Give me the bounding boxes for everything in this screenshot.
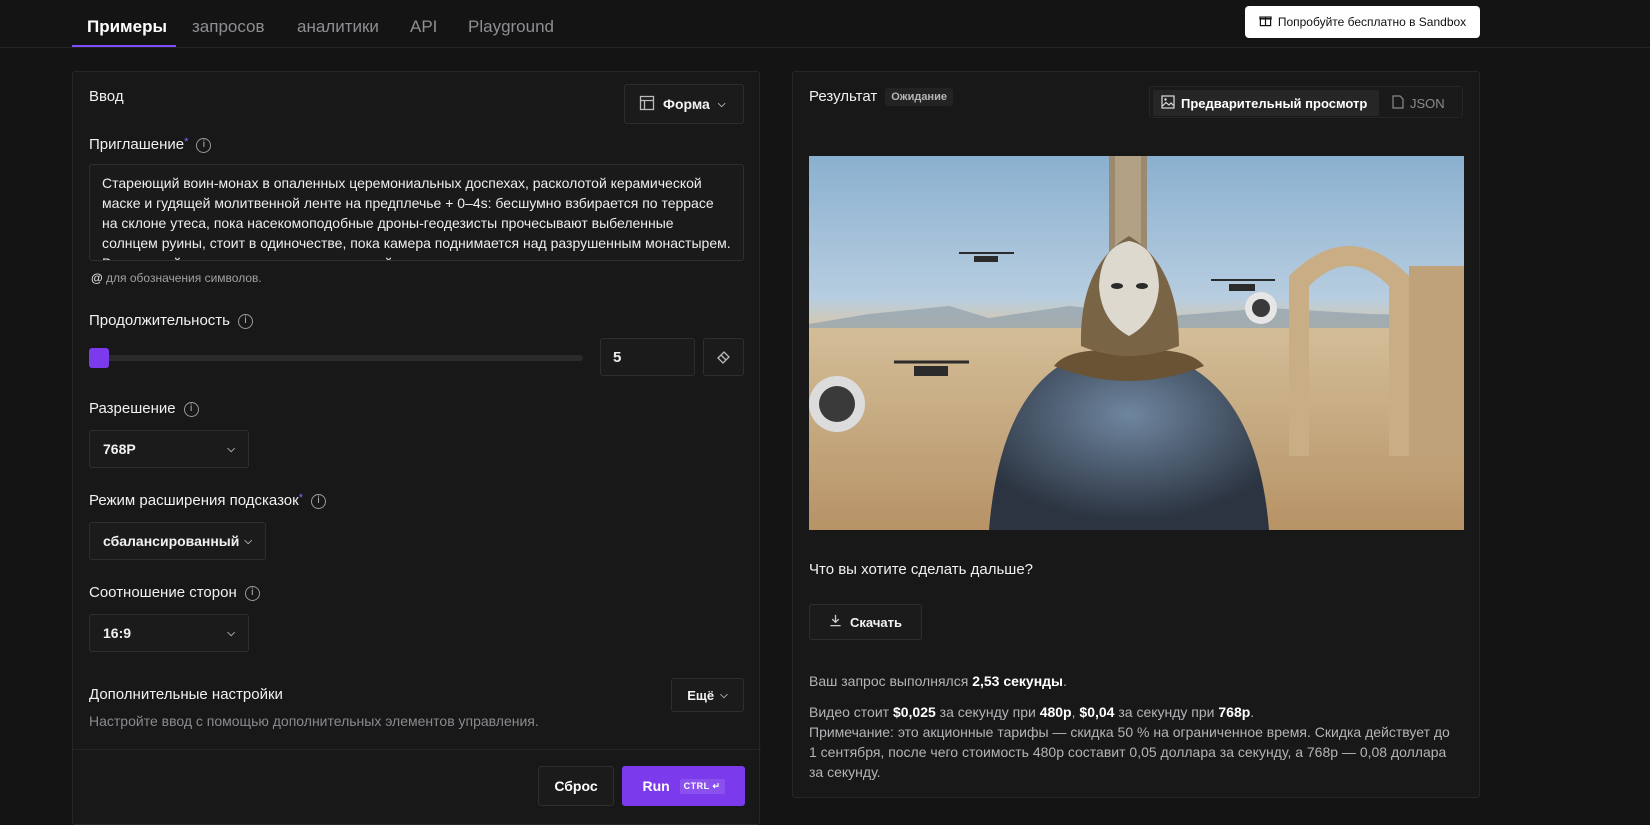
tab-requests[interactable]: запросов	[192, 17, 265, 37]
chevron-down-icon: ⌵	[227, 627, 235, 639]
active-tab-indicator	[72, 45, 176, 47]
gift-icon	[1259, 14, 1272, 30]
tab-api[interactable]: API	[410, 17, 437, 37]
result-video-preview[interactable]	[809, 156, 1464, 530]
prompt-label-text: Приглашение	[89, 136, 185, 153]
prompt-expansion-label: Режим расширения подсказок* i	[89, 492, 326, 509]
input-panel-title: Ввод	[89, 88, 124, 105]
info-icon[interactable]: i	[311, 493, 326, 509]
price-text: Видео стоит	[809, 704, 890, 720]
price-text: .	[1250, 704, 1255, 720]
resolution-label-text: Разрешение	[89, 400, 176, 417]
sandbox-button-label: Попробуйте бесплатно в Sandbox	[1277, 15, 1467, 29]
tab-playground[interactable]: Playground	[468, 17, 554, 37]
preview-tab-label: Предварительный просмотр	[1181, 95, 1368, 111]
input-panel: Ввод Форма ⌵ Приглашение* i Стареющий вои…	[72, 71, 761, 825]
more-button[interactable]: Ещё ⌵	[671, 678, 744, 712]
status-badge: Ожидание	[885, 88, 953, 107]
at-symbol: @	[91, 271, 103, 285]
price-text: за секунду при	[939, 704, 1036, 720]
view-mode-value: Форма	[663, 96, 710, 112]
view-mode-select[interactable]: Форма ⌵	[624, 84, 744, 124]
reset-button[interactable]: Сброс	[538, 766, 614, 806]
tab-preview[interactable]: Предварительный просмотр	[1153, 90, 1379, 116]
info-icon[interactable]: i	[196, 137, 212, 153]
result-title: Результат	[809, 88, 878, 105]
prompt-expansion-select[interactable]: сбалансированный ⌵	[89, 522, 266, 560]
chevron-down-icon: ⌵	[227, 443, 235, 455]
chevron-down-icon: ⌵	[717, 98, 726, 110]
timing-value: 2,53 секунды	[972, 673, 1063, 689]
duration-label: Продолжительность i	[89, 312, 253, 329]
result-panel: Результат Ожидание Предварительный просмо…	[792, 71, 1480, 798]
result-view-toggle: Предварительный просмотр JSON	[1149, 86, 1463, 118]
sandbox-button[interactable]: Попробуйте бесплатно в Sandbox	[1245, 6, 1480, 38]
advanced-settings-title: Дополнительные настройки	[89, 686, 283, 703]
aspect-ratio-value: 16:9	[103, 625, 132, 641]
next-steps-question: Что вы хотите сделать дальше?	[809, 561, 1034, 578]
run-button-label: Run	[642, 778, 670, 794]
price-value: $0,04	[1079, 704, 1115, 720]
form-layout-icon	[639, 95, 655, 114]
advanced-settings-description: Настройте ввод с помощью дополнительных …	[89, 713, 539, 729]
resolution-value: 768P	[103, 441, 136, 457]
info-icon[interactable]: i	[183, 401, 199, 417]
required-marker: *	[298, 492, 303, 504]
footer-divider	[73, 749, 761, 750]
duration-slider-track[interactable]	[89, 355, 583, 361]
download-icon	[829, 614, 842, 630]
promo-note: Примечание: это акционные тарифы — скидк…	[809, 724, 1450, 780]
price-text: за секунду при	[1118, 704, 1215, 720]
resolution-label: Разрешение i	[89, 400, 199, 417]
eraser-icon	[716, 348, 732, 367]
keyboard-shortcut-badge: CTRL ↵	[679, 778, 725, 794]
duration-slider-thumb[interactable]	[89, 348, 109, 368]
prompt-textarea[interactable]: Стареющий воин-монах в опаленных церемон…	[89, 164, 744, 261]
generated-image	[809, 156, 1464, 530]
price-value: $0,025	[892, 704, 936, 720]
result-header: Результат Ожидание	[809, 88, 953, 107]
image-icon	[1161, 94, 1175, 112]
json-file-icon	[1392, 94, 1404, 112]
tab-json[interactable]: JSON	[1384, 90, 1453, 116]
prompt-label: Приглашение* i	[89, 136, 212, 153]
download-label: Скачать	[850, 614, 902, 630]
json-tab-label: JSON	[1410, 95, 1445, 111]
timing-prefix: Ваш запрос выполнялся	[809, 673, 969, 689]
reset-duration-button[interactable]	[703, 338, 744, 376]
more-button-label: Ещё	[687, 687, 715, 703]
prompt-hint-text: для обозначения символов.	[106, 271, 262, 285]
top-navigation: Примеры запросов аналитики API Playgroun…	[0, 0, 1650, 48]
aspect-ratio-select[interactable]: 16:9 ⌵	[89, 614, 249, 652]
price-value: 768p	[1218, 704, 1251, 720]
duration-label-text: Продолжительность	[89, 312, 230, 329]
info-icon[interactable]: i	[238, 313, 253, 329]
prompt-hint: @ для обозначения символов.	[91, 271, 262, 285]
required-marker: *	[184, 136, 189, 148]
price-text: ,	[1071, 704, 1076, 720]
timing-suffix: .	[1063, 673, 1067, 689]
chevron-down-icon: ⌵	[244, 535, 252, 547]
pricing-info: Видео стоит $0,025 за секунду при 480p, …	[809, 702, 1459, 722]
tab-analytics[interactable]: аналитики	[297, 17, 379, 37]
prompt-expansion-label-text: Режим расширения подсказок	[89, 492, 299, 509]
run-button[interactable]: Run CTRL ↵	[622, 766, 745, 806]
chevron-down-icon: ⌵	[720, 689, 728, 701]
info-icon[interactable]: i	[244, 585, 260, 601]
duration-input[interactable]: 5	[600, 338, 695, 376]
download-button[interactable]: Скачать	[809, 604, 922, 640]
aspect-ratio-label-text: Соотношение сторон	[89, 584, 237, 601]
prompt-expansion-value: сбалансированный	[103, 533, 240, 549]
aspect-ratio-label: Соотношение сторон i	[89, 584, 260, 601]
request-timing: Ваш запрос выполнялся 2,53 секунды.	[809, 671, 1067, 691]
tab-examples[interactable]: Примеры	[87, 17, 167, 37]
price-value: 480p	[1039, 704, 1072, 720]
resolution-select[interactable]: 768P ⌵	[89, 430, 249, 468]
